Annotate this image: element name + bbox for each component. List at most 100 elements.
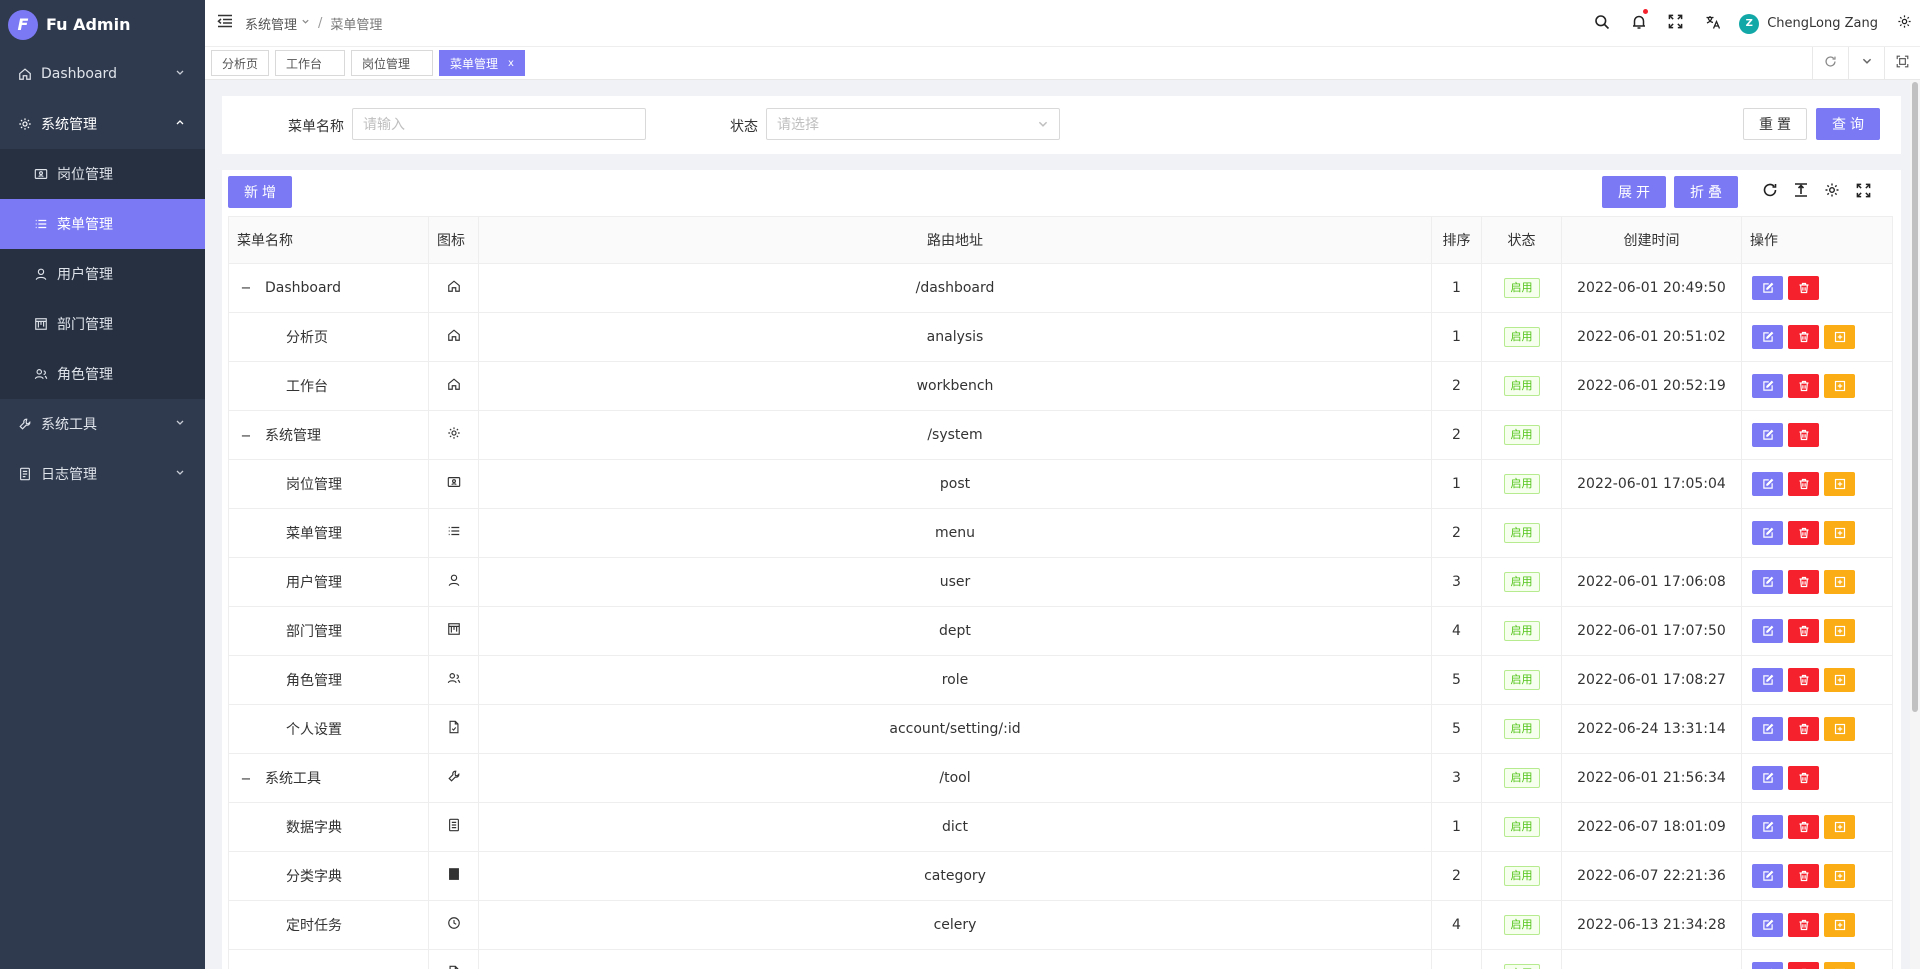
delete-button[interactable] [1788,913,1819,937]
column-header[interactable]: 排序 [1431,216,1482,264]
reload-table-button[interactable] [1759,181,1781,203]
table-row[interactable]: 数据字典 dict 1 启用 2022-06-07 18:01:09 [228,802,1893,852]
table-row[interactable]: − 系统管理/system 2 启用 [228,410,1893,460]
expand-all-button[interactable]: 展开 [1602,176,1666,208]
collapse-toggle-icon[interactable]: − [239,281,253,296]
query-button[interactable]: 查询 [1816,108,1880,140]
column-header[interactable]: 操作 [1741,216,1893,264]
sidebar-item-role[interactable]: 角色管理 [0,349,205,399]
table-row[interactable]: 分析页 analysis 1 启用 2022-06-01 20:51:02 [228,312,1893,362]
sidebar-item-tools[interactable]: 系统工具 [0,399,205,449]
sidebar-item-menu[interactable]: 菜单管理 [0,199,205,249]
edit-button[interactable] [1752,962,1783,969]
add-child-button[interactable] [1824,668,1855,692]
delete-button[interactable] [1788,521,1819,545]
settings-button[interactable] [1888,0,1920,47]
app-logo[interactable]: F Fu Admin [0,0,205,49]
sidebar-toggle-button[interactable] [205,14,245,32]
edit-button[interactable] [1752,864,1783,888]
add-child-button[interactable] [1824,521,1855,545]
delete-button[interactable] [1788,766,1819,790]
edit-button[interactable] [1752,521,1783,545]
add-child-button[interactable] [1824,570,1855,594]
edit-button[interactable] [1752,325,1783,349]
sidebar-item-dashboard[interactable]: Dashboard [0,49,205,99]
edit-button[interactable] [1752,619,1783,643]
tab-workbench[interactable]: 工作台 [275,50,346,76]
refresh-tab-button[interactable] [1812,47,1848,79]
add-child-button[interactable] [1824,864,1855,888]
collapse-toggle-icon[interactable]: − [239,429,253,444]
reset-button[interactable]: 重置 [1743,108,1807,140]
edit-button[interactable] [1752,374,1783,398]
table-fullscreen-button[interactable] [1852,181,1874,203]
column-header[interactable]: 创建时间 [1561,216,1742,264]
sidebar-item-user[interactable]: 用户管理 [0,249,205,299]
sidebar-item-logs[interactable]: 日志管理 [0,449,205,499]
edit-button[interactable] [1752,276,1783,300]
edit-button[interactable] [1752,472,1783,496]
edit-button[interactable] [1752,668,1783,692]
sidebar-item-dept[interactable]: 部门管理 [0,299,205,349]
edit-button[interactable] [1752,815,1783,839]
delete-button[interactable] [1788,570,1819,594]
add-child-button[interactable] [1824,325,1855,349]
delete-button[interactable] [1788,668,1819,692]
sidebar-item-system[interactable]: 系统管理 [0,99,205,149]
density-button[interactable] [1790,181,1812,203]
add-child-button[interactable] [1824,717,1855,741]
edit-button[interactable] [1752,766,1783,790]
language-button[interactable] [1694,0,1731,47]
table-row[interactable]: 定时任务 celery 4 启用 2022-06-13 21:34:28 [228,900,1893,950]
add-child-button[interactable] [1824,815,1855,839]
table-row[interactable]: 部门管理 dept 4 启用 2022-06-01 17:07:50 [228,606,1893,656]
add-child-button[interactable] [1824,619,1855,643]
tab-post[interactable]: 岗位管理 [351,50,434,76]
delete-button[interactable] [1788,423,1819,447]
add-menu-button[interactable]: 新增 [228,176,292,208]
sidebar-item-post[interactable]: 岗位管理 [0,149,205,199]
table-row[interactable]: 个人设置 account/setting/:id 5 启用 2022-06-24 13:… [228,704,1893,754]
delete-button[interactable] [1788,472,1819,496]
breadcrumb-item[interactable]: 系统管理 [245,14,297,33]
table-row[interactable]: 分类字典 category 2 启用 2022-06-07 22:21:36 [228,851,1893,901]
table-row[interactable]: 菜单管理 menu 2 启用 [228,508,1893,558]
search-button[interactable] [1583,0,1620,47]
delete-button[interactable] [1788,325,1819,349]
edit-button[interactable] [1752,717,1783,741]
edit-button[interactable] [1752,913,1783,937]
collapse-all-button[interactable]: 折叠 [1674,176,1738,208]
column-header[interactable]: 路由地址 [478,216,1432,264]
add-child-button[interactable] [1824,962,1855,969]
delete-button[interactable] [1788,717,1819,741]
add-child-button[interactable] [1824,913,1855,937]
delete-button[interactable] [1788,864,1819,888]
delete-button[interactable] [1788,374,1819,398]
tab-menu[interactable]: 菜单管理 x [439,50,525,76]
edit-button[interactable] [1752,423,1783,447]
fullscreen-button[interactable] [1657,0,1694,47]
user-menu[interactable]: Z ChengLong Zang [1731,0,1888,47]
table-row[interactable]: 工作台 workbench 2 启用 2022-06-01 20:52:19 [228,361,1893,411]
close-icon[interactable]: x [508,58,514,69]
table-row[interactable]: − 系统工具/tool 3 启用 2022-06-01 21:56:34 [228,753,1893,803]
add-child-button[interactable] [1824,374,1855,398]
table-row[interactable]: 启用 [228,949,1893,969]
table-row[interactable]: 角色管理 role 5 启用 2022-06-01 17:08:27 [228,655,1893,705]
column-header[interactable]: 图标 [428,216,479,264]
column-settings-button[interactable] [1821,181,1843,203]
delete-button[interactable] [1788,619,1819,643]
maximize-button[interactable] [1884,47,1920,79]
table-row[interactable]: 岗位管理 post 1 启用 2022-06-01 17:05:04 [228,459,1893,509]
table-row[interactable]: − Dashboard/dashboard 1 启用 2022-06-01 20:49:… [228,263,1893,313]
delete-button[interactable] [1788,815,1819,839]
add-child-button[interactable] [1824,472,1855,496]
column-header[interactable]: 状态 [1481,216,1562,264]
notification-button[interactable] [1620,0,1657,47]
column-header[interactable]: 菜单名称 [228,216,429,264]
table-row[interactable]: 用户管理 user 3 启用 2022-06-01 17:06:08 [228,557,1893,607]
collapse-toggle-icon[interactable]: − [239,772,253,787]
delete-button[interactable] [1788,962,1819,969]
menu-name-input[interactable]: 请输入 [352,108,646,140]
edit-button[interactable] [1752,570,1783,594]
